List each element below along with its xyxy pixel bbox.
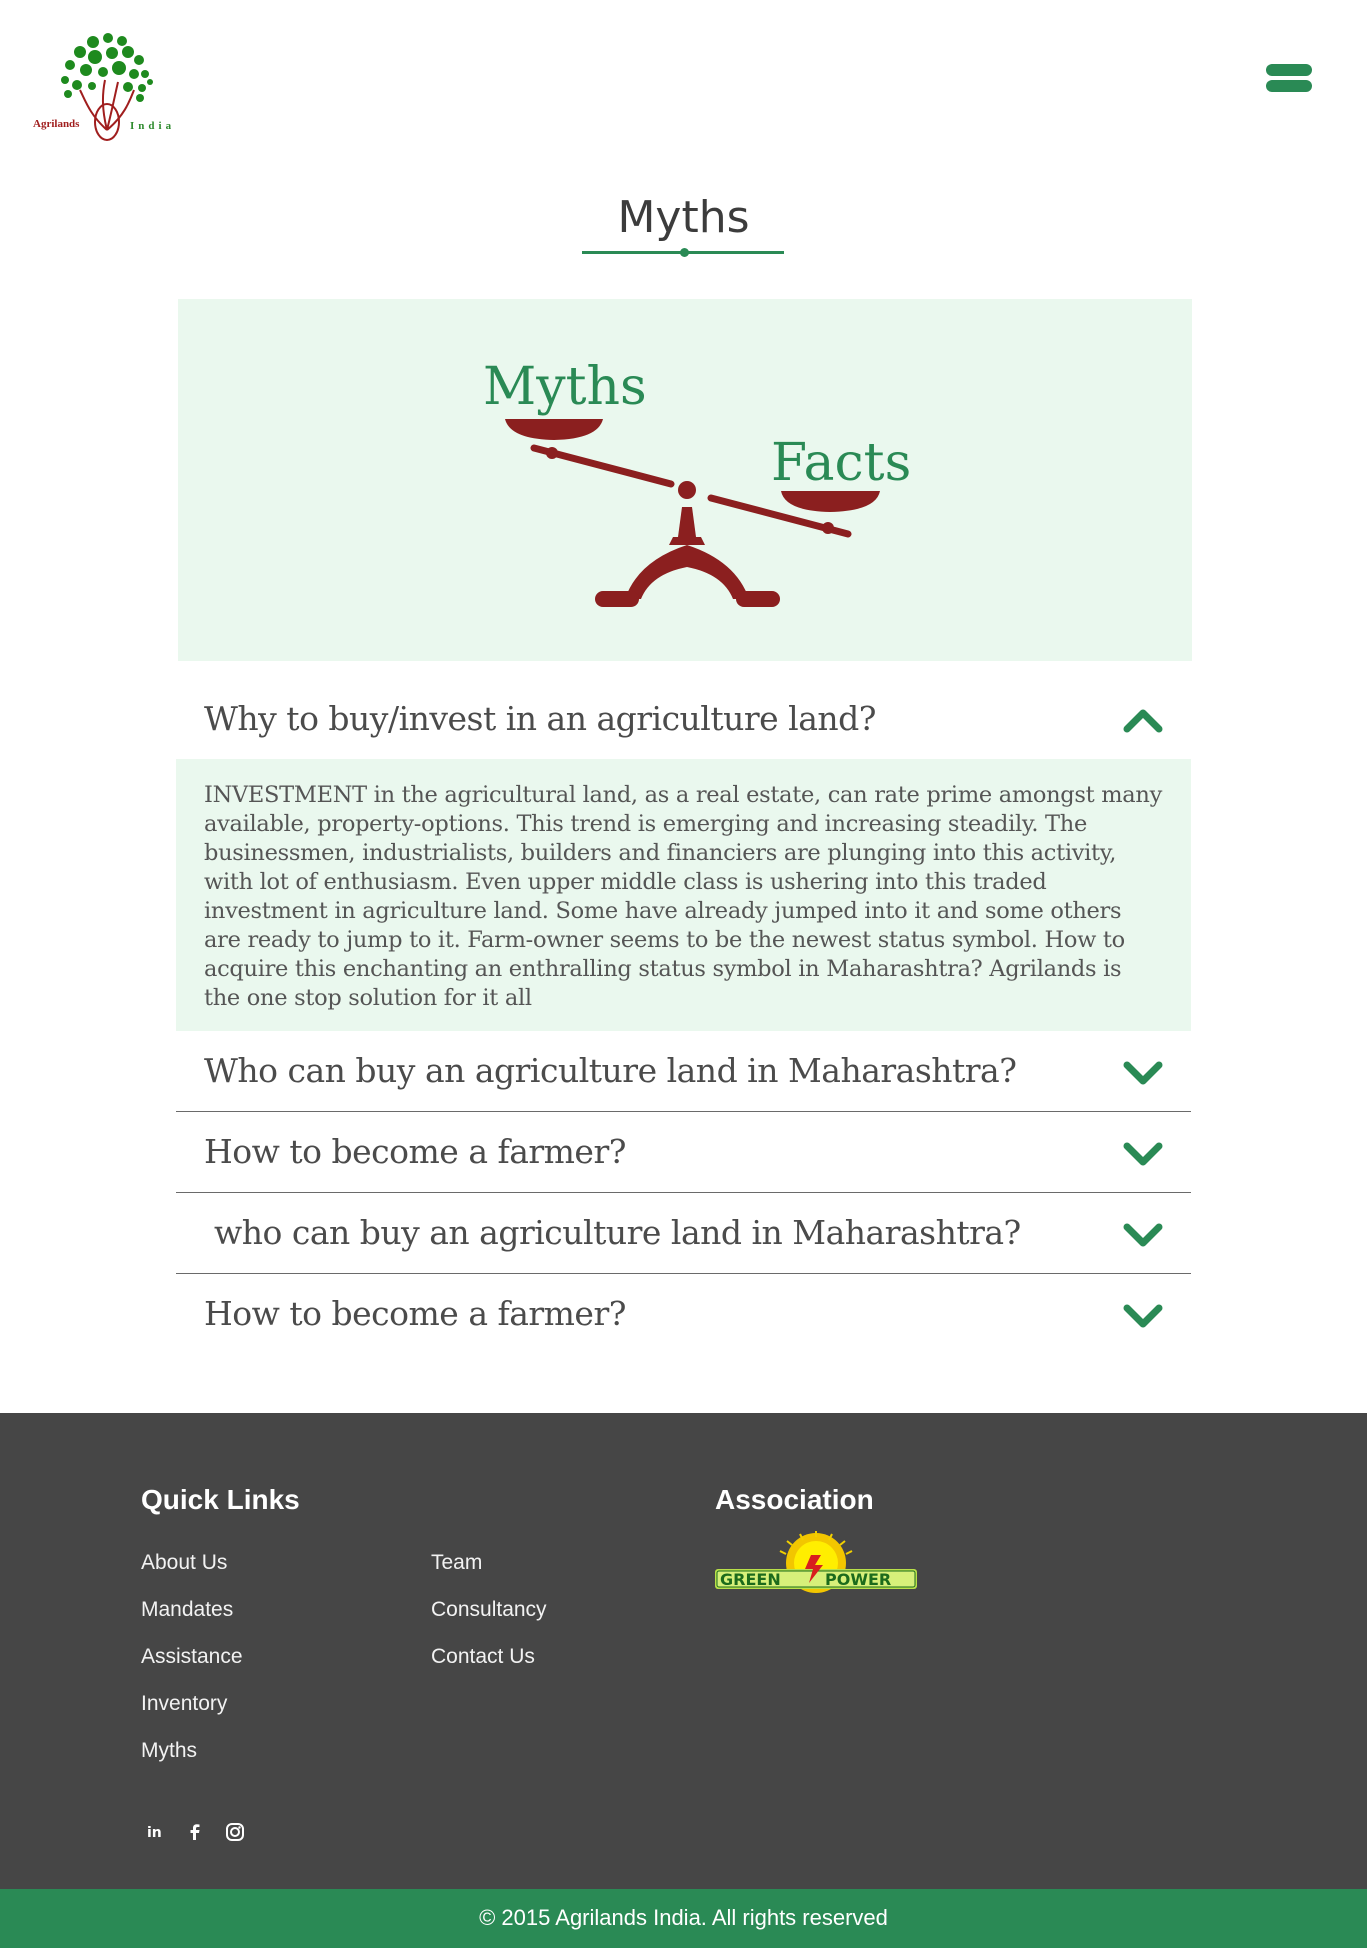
faq-question: who can buy an agriculture land in Mahar… <box>204 1213 1021 1252</box>
faq-item: Why to buy/invest in an agriculture land… <box>176 679 1191 1031</box>
chevron-up-icon[interactable] <box>1123 707 1163 733</box>
footer-link-contact-us[interactable]: Contact Us <box>431 1645 535 1669</box>
faq-item: How to become a farmer? <box>176 1112 1191 1193</box>
footer-link-myths[interactable]: Myths <box>141 1739 197 1763</box>
logo-brand-left: Agrilands <box>33 118 80 130</box>
instagram-icon[interactable] <box>224 1821 246 1843</box>
faq-question-header[interactable]: Who can buy an agriculture land in Mahar… <box>176 1031 1191 1111</box>
quick-links-heading: Quick Links <box>141 1484 300 1515</box>
faq-question-header[interactable]: Why to buy/invest in an agriculture land… <box>176 679 1191 759</box>
faq-question-header[interactable]: who can buy an agriculture land in Mahar… <box>176 1193 1191 1273</box>
green-power-logo-left: GREEN <box>720 1570 781 1589</box>
site-header: Agrilands India <box>0 0 1367 160</box>
footer-link-mandates[interactable]: Mandates <box>141 1598 233 1622</box>
logo-brand-right: India <box>130 120 176 132</box>
agrilands-logo[interactable]: Agrilands India <box>30 30 185 145</box>
green-power-logo-right: POWER <box>825 1570 891 1589</box>
faq-item: How to become a farmer? <box>176 1274 1191 1354</box>
balance-scale-illustration: Myths Facts <box>483 357 911 607</box>
svg-text:in: in <box>147 1825 162 1841</box>
green-power-logo[interactable]: GREEN POWER <box>715 1531 917 1595</box>
hamburger-menu-button[interactable] <box>1266 64 1314 96</box>
faq-item: who can buy an agriculture land in Mahar… <box>176 1193 1191 1274</box>
copyright-bar: © 2015 Agrilands India. All rights reser… <box>0 1889 1367 1948</box>
association-heading: Association <box>715 1484 874 1515</box>
hero-banner: Myths Facts <box>178 299 1192 661</box>
hero-myths-text: Myths <box>483 357 647 417</box>
chevron-down-icon[interactable] <box>1123 1059 1163 1085</box>
chevron-down-icon[interactable] <box>1123 1140 1163 1166</box>
page-title: Myths <box>617 192 750 243</box>
faq-question: Who can buy an agriculture land in Mahar… <box>204 1051 1017 1090</box>
footer-link-consultancy[interactable]: Consultancy <box>431 1598 547 1622</box>
footer-link-inventory[interactable]: Inventory <box>141 1692 227 1716</box>
chevron-down-icon[interactable] <box>1123 1221 1163 1247</box>
footer-link-team[interactable]: Team <box>431 1551 482 1575</box>
faq-question-header[interactable]: How to become a farmer? <box>176 1112 1191 1192</box>
faq-question-header[interactable]: How to become a farmer? <box>176 1274 1191 1354</box>
menu-bar-icon <box>1266 80 1312 92</box>
footer-link-assistance[interactable]: Assistance <box>141 1645 243 1669</box>
faq-question: How to become a farmer? <box>204 1294 626 1333</box>
hero-facts-text: Facts <box>771 433 911 493</box>
site-footer: Quick Links About Us Mandates Assistance… <box>0 1413 1367 1889</box>
faq-question: How to become a farmer? <box>204 1132 626 1171</box>
linkedin-icon[interactable]: in <box>144 1821 166 1843</box>
faq-answer: INVESTMENT in the agricultural land, as … <box>176 759 1191 1031</box>
facebook-icon[interactable] <box>184 1821 206 1843</box>
faq-question: Why to buy/invest in an agriculture land… <box>204 699 876 738</box>
copyright-text: © 2015 Agrilands India. All rights reser… <box>479 1905 888 1930</box>
title-underline-dot <box>680 248 689 257</box>
menu-bar-icon <box>1266 64 1312 76</box>
chevron-down-icon[interactable] <box>1123 1302 1163 1328</box>
faq-item: Who can buy an agriculture land in Mahar… <box>176 1031 1191 1112</box>
footer-link-about-us[interactable]: About Us <box>141 1551 227 1575</box>
faq-accordion: Why to buy/invest in an agriculture land… <box>176 679 1191 1354</box>
